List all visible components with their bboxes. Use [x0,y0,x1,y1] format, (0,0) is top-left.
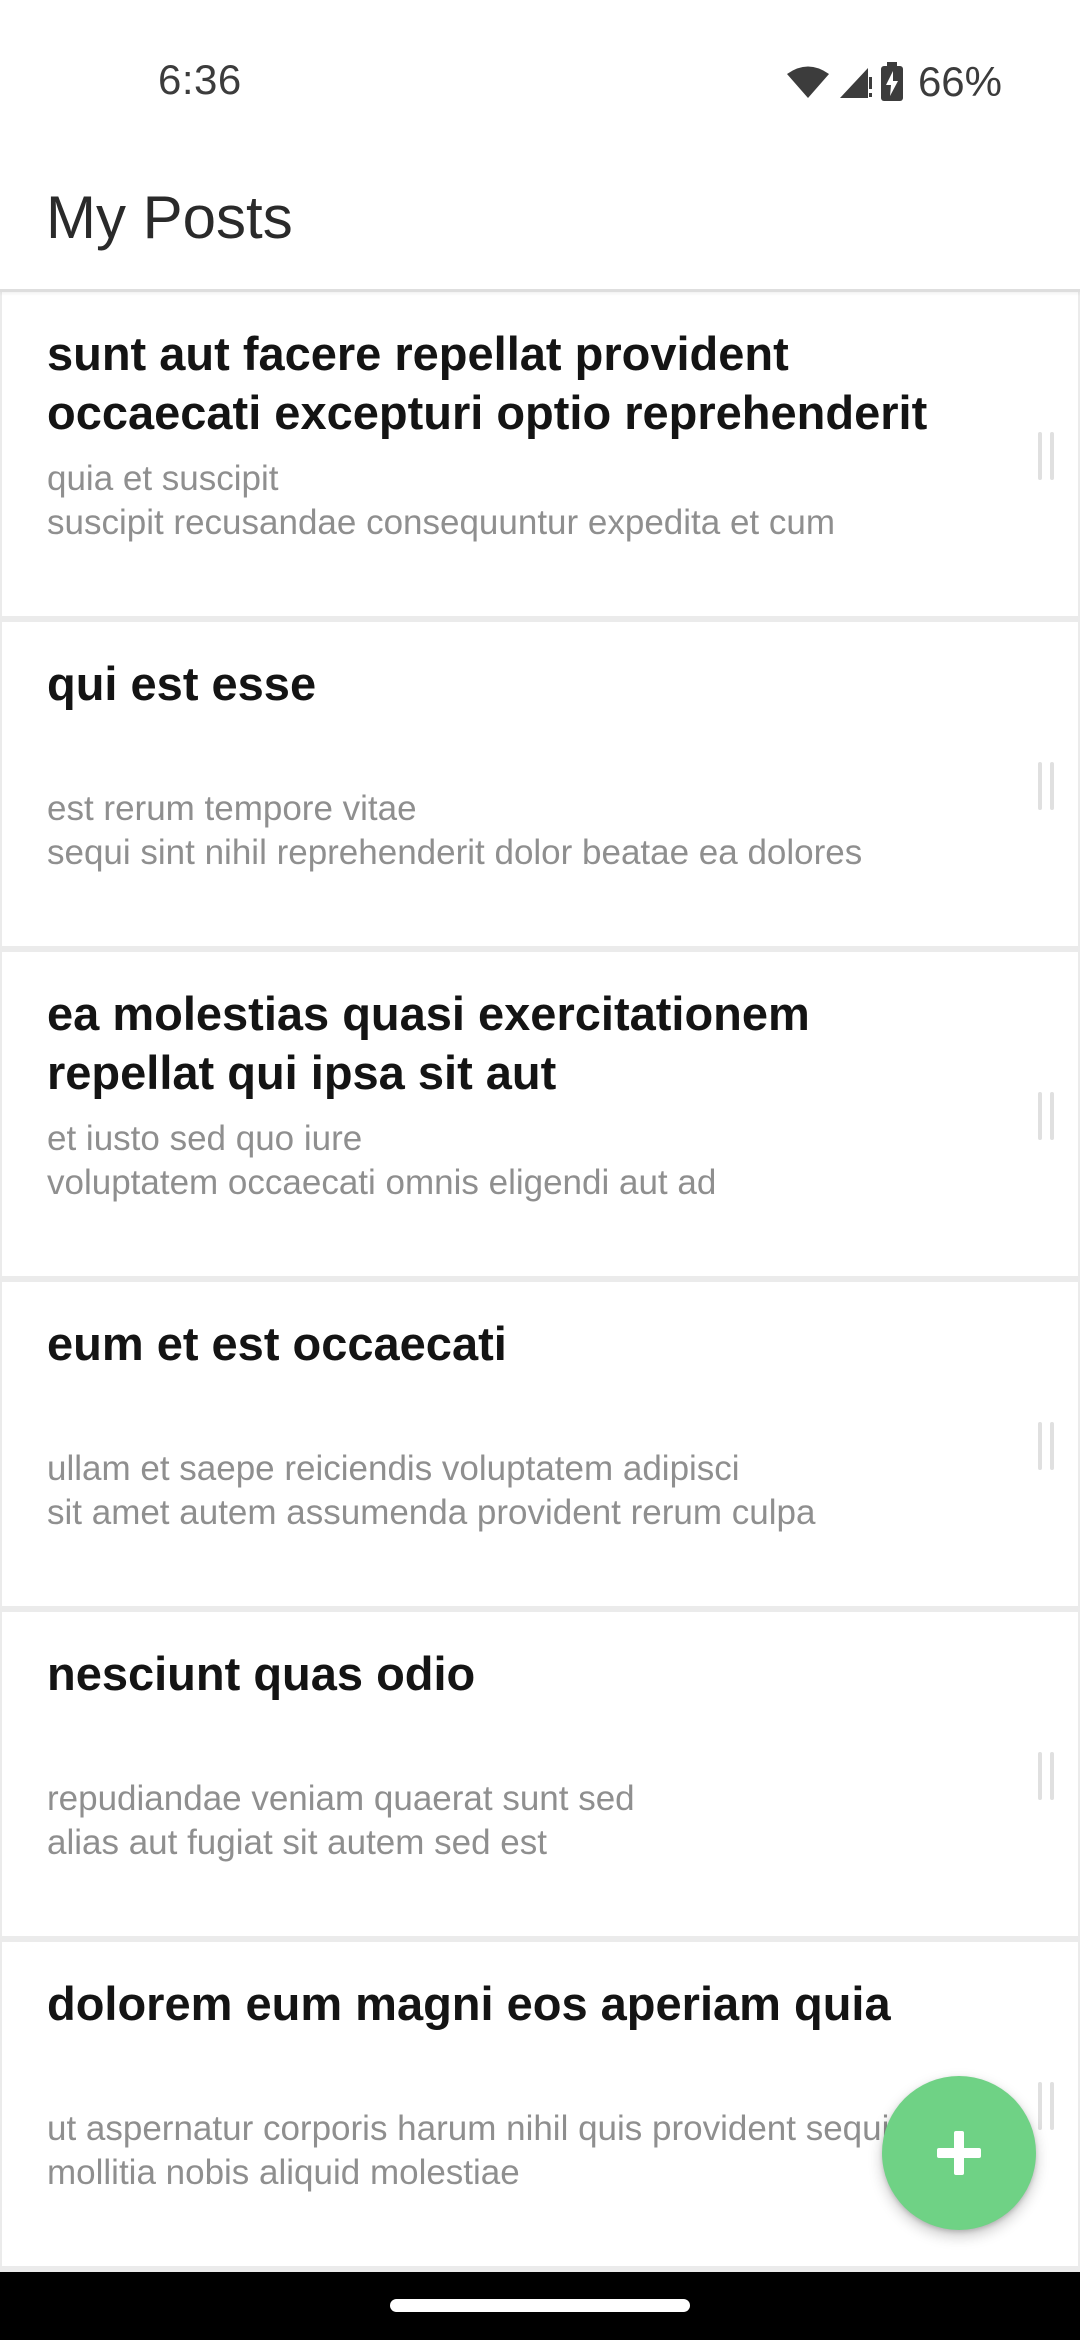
battery-percentage: 66% [917,58,1002,105]
post-card[interactable]: qui est esse est rerum tempore vitae seq… [2,622,1078,946]
battery-charging-icon [880,62,904,102]
post-title: dolorem eum magni eos aperiam quia [47,1977,891,2030]
post-body: ullam et saepe reiciendis voluptatem adi… [47,1449,816,1532]
post-body: repudiandae veniam quaerat sunt sed alia… [47,1779,635,1862]
add-post-button[interactable] [882,2076,1036,2230]
home-indicator[interactable] [390,2299,690,2312]
screen: 6:36 66% My Posts sunt aut facere repell… [0,0,1080,2340]
navigation-bar [0,2272,1080,2340]
post-title: ea molestias quasi exercitationem repell… [47,987,810,1099]
drag-handle-icon[interactable] [1038,762,1054,810]
plus-icon [937,2131,981,2175]
drag-handle-icon[interactable] [1038,1092,1054,1140]
post-list[interactable]: sunt aut facere repellat provident occae… [0,292,1080,2272]
cell-signal-icon [838,65,872,99]
app-bar: My Posts [0,165,1080,292]
post-body: est rerum tempore vitae sequi sint nihil… [47,789,863,872]
drag-handle-icon[interactable] [1038,1752,1054,1800]
post-card[interactable]: ea molestias quasi exercitationem repell… [2,952,1078,1276]
status-icons: 66% [786,58,1002,106]
post-title: eum et est occaecati [47,1317,507,1370]
post-card[interactable]: nesciunt quas odio repudiandae veniam qu… [2,1612,1078,1936]
page-title: My Posts [46,184,293,251]
wifi-icon [786,65,830,99]
post-title: sunt aut facere repellat provident occae… [47,327,928,439]
post-card[interactable]: sunt aut facere repellat provident occae… [2,292,1078,616]
post-body: ut aspernatur corporis harum nihil quis … [47,2109,890,2192]
status-time: 6:36 [158,56,242,103]
drag-handle-icon[interactable] [1038,432,1054,480]
post-body: et iusto sed quo iure voluptatem occaeca… [47,1119,717,1202]
post-body: quia et suscipit suscipit recusandae con… [47,459,835,542]
post-title: qui est esse [47,657,317,710]
drag-handle-icon[interactable] [1038,1422,1054,1470]
post-card[interactable]: eum et est occaecati ullam et saepe reic… [2,1282,1078,1606]
status-bar: 6:36 66% [0,0,1080,165]
post-title: nesciunt quas odio [47,1647,476,1700]
drag-handle-icon[interactable] [1038,2082,1054,2130]
